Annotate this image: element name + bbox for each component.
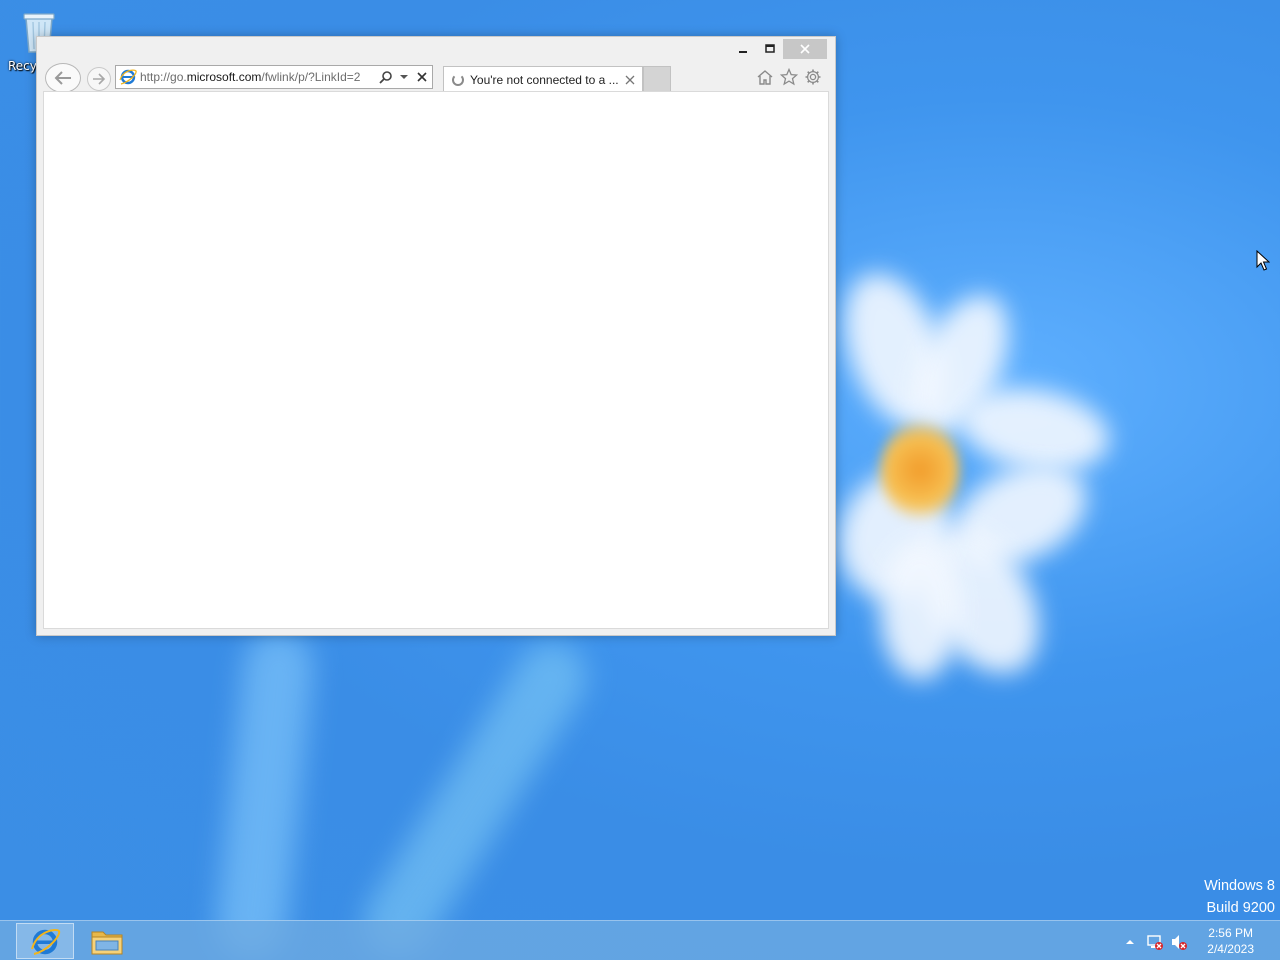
chevron-down-icon [400,75,408,79]
close-icon [625,75,635,84]
clock-time: 2:56 PM [1208,926,1253,940]
taskbar: 2:56 PM 2/4/2023 [0,920,1280,960]
wallpaper-flower-center [880,420,960,520]
clock-date: 2/4/2023 [1207,942,1254,956]
wallpaper-petal [880,540,960,680]
star-icon [780,68,798,86]
address-dropdown-button[interactable] [396,69,412,85]
gear-icon [805,69,821,85]
speaker-muted-icon [1172,935,1187,950]
command-icons [755,67,823,87]
tab-title: You're not connected to a ... [470,72,619,87]
page-content[interactable] [43,91,829,629]
forward-button[interactable] [87,67,111,91]
network-disconnected-icon [1147,935,1163,950]
home-button[interactable] [755,67,775,87]
tab-close-button[interactable] [622,72,638,88]
back-arrow-icon [54,71,71,85]
taskbar-file-explorer[interactable] [78,923,136,959]
stop-button[interactable] [414,69,430,85]
search-icon [379,71,392,84]
forward-arrow-icon [93,73,106,85]
watermark-version: Windows 8 [1204,878,1275,894]
internet-explorer-window: http://go.microsoft.com/fwlink/p/?LinkId… [36,36,836,636]
windows-watermark: Windows 8 Build 9200 [1204,875,1275,919]
minimize-icon [738,51,747,53]
url-suffix: /fwlink/p/?LinkId=2 [261,70,361,84]
clock[interactable]: 2:56 PM 2/4/2023 [1207,925,1254,957]
maximize-button[interactable] [756,39,783,59]
wallpaper-stem [212,627,318,960]
favorites-button[interactable] [779,67,799,87]
loading-spinner-icon [452,73,464,86]
minimize-button[interactable] [729,39,756,59]
caption-buttons [729,39,827,59]
taskbar-internet-explorer[interactable] [16,923,74,959]
home-icon [757,70,773,85]
close-icon [800,44,810,54]
network-status-button[interactable] [1146,933,1164,951]
watermark-build: Build 9200 [1206,900,1275,916]
chevron-up-icon [1126,940,1134,944]
close-icon [417,72,427,82]
show-hidden-icons-button[interactable] [1121,933,1139,951]
internet-explorer-icon [31,929,61,955]
address-url[interactable]: http://go.microsoft.com/fwlink/p/?LinkId… [140,70,378,84]
new-tab-button[interactable] [643,66,671,92]
search-button[interactable] [378,69,394,85]
url-prefix: http://go. [140,70,187,84]
browser-tab[interactable]: You're not connected to a ... [443,66,643,92]
wallpaper-stem [349,628,601,960]
tools-button[interactable] [803,67,823,87]
volume-button[interactable] [1170,933,1188,951]
back-button[interactable] [45,63,81,93]
close-window-button[interactable] [783,39,827,59]
maximize-icon [764,44,775,53]
file-explorer-icon [91,931,123,955]
navigation-bar: http://go.microsoft.com/fwlink/p/?LinkId… [45,63,827,93]
url-host: microsoft.com [186,70,262,84]
internet-explorer-icon [119,69,137,85]
mouse-cursor-icon [1256,250,1270,271]
address-bar[interactable]: http://go.microsoft.com/fwlink/p/?LinkId… [115,65,433,89]
